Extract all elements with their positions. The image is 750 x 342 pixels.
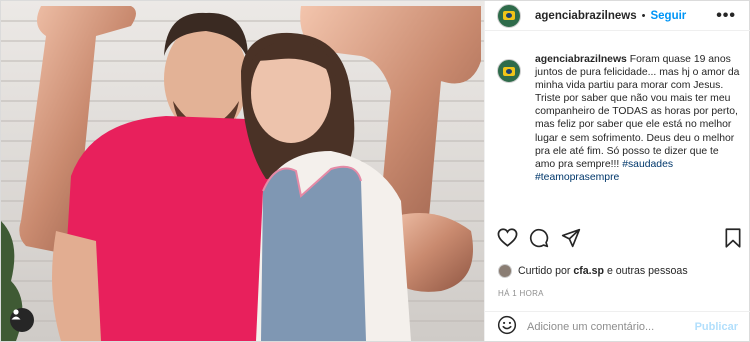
tagged-users-button[interactable] [10,308,34,332]
liked-by-user[interactable]: cfa.sp [573,265,604,277]
post-caption: agenciabrazilnews Foram quase 19 anos ju… [497,53,742,184]
action-bar [497,228,742,250]
post-timestamp[interactable]: HÁ 1 HORA [498,289,544,298]
caption-username[interactable]: agenciabrazilnews [535,54,627,65]
author-avatar[interactable] [497,3,521,28]
hashtag-link[interactable]: #saudades [622,159,673,170]
post-side-panel: agenciabrazilnews • Seguir ••• agenciabr… [484,1,750,341]
bookmark-icon [725,228,741,248]
publish-button[interactable]: Publicar [695,321,738,333]
comment-bar: Publicar [485,311,750,341]
author-username[interactable]: agenciabrazilnews [535,10,637,22]
more-options-button[interactable]: ••• [716,7,736,25]
heart-icon [497,228,518,247]
user-tag-icon [11,309,21,320]
caption-text-block: agenciabrazilnews Foram quase 19 anos ju… [535,53,740,184]
comment-button[interactable] [529,228,549,251]
comment-input[interactable] [527,320,687,333]
liked-by-avatar[interactable] [498,264,512,278]
emoji-icon [497,315,517,335]
emoji-button[interactable] [497,315,517,338]
send-icon [561,228,581,248]
liked-by-prefix: Curtido por [518,265,571,277]
caption-avatar[interactable] [497,59,521,83]
instagram-post: agenciabrazilnews • Seguir ••• agenciabr… [0,0,750,342]
post-header: agenciabrazilnews • Seguir ••• [485,1,750,31]
liked-by-suffix[interactable]: e outras pessoas [607,265,688,277]
comment-icon [529,228,549,248]
like-button[interactable] [497,228,518,250]
caption-body: Foram quase 19 anos juntos de pura felic… [535,54,740,170]
share-button[interactable] [561,228,581,251]
header-separator: • [641,9,646,22]
hashtag-link[interactable]: #teamoprasempre [535,171,740,184]
save-button[interactable] [724,228,742,251]
liked-by-row: Curtido por cfa.sp e outras pessoas [498,264,688,278]
post-photo[interactable] [1,1,484,341]
follow-button[interactable]: Seguir [650,10,686,22]
photo-illustration [1,1,484,341]
